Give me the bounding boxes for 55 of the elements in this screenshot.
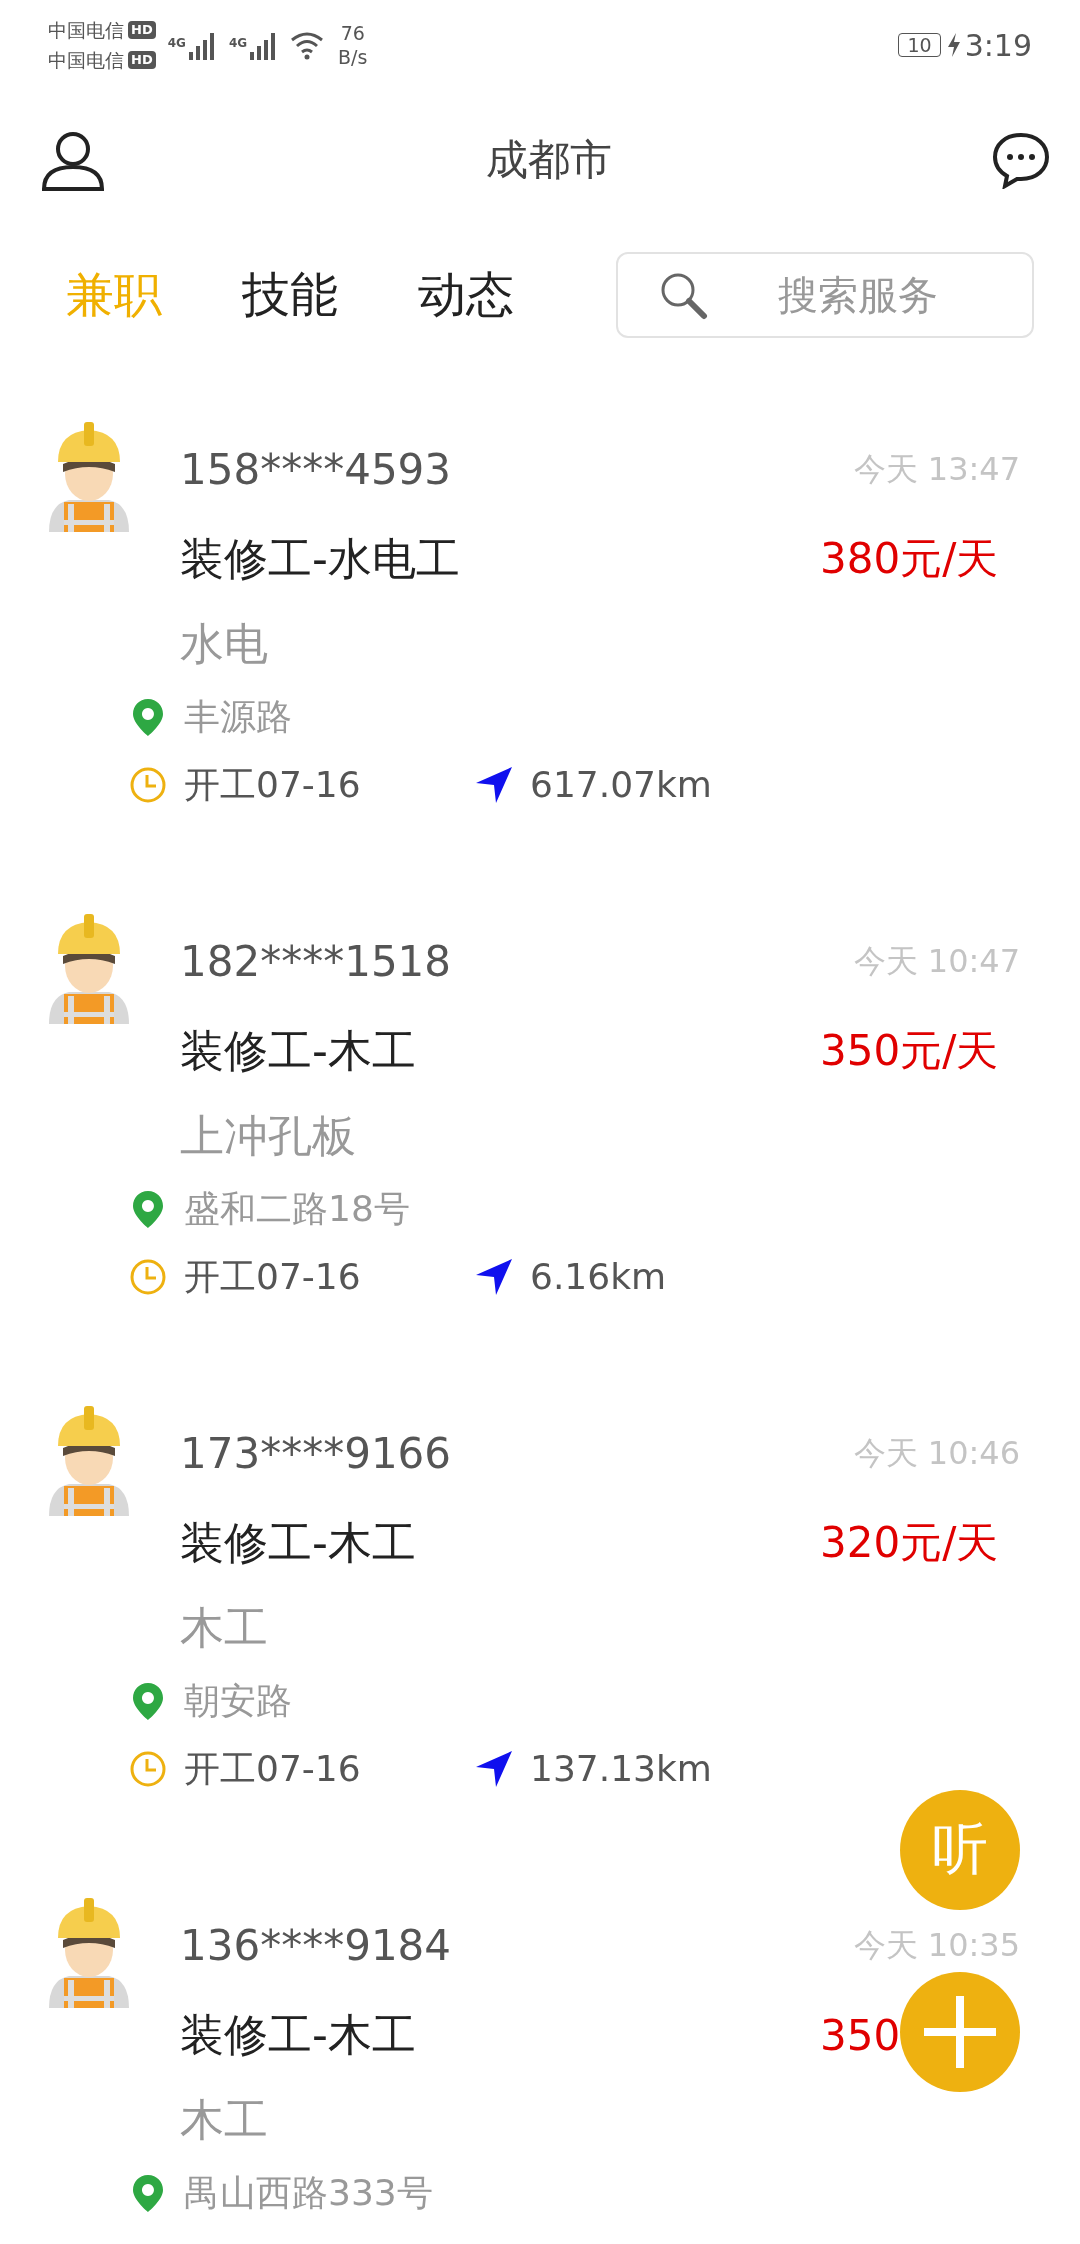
location-text: 盛和二路18号 [184, 1187, 410, 1231]
chat-icon[interactable] [992, 131, 1050, 189]
navigation-arrow-icon [474, 1257, 514, 1297]
location-text: 丰源路 [184, 695, 292, 739]
start-date: 开工07-16 [184, 1747, 362, 1791]
daily-wage: 350元/天 [820, 1025, 999, 1077]
navigation-arrow-icon [474, 765, 514, 805]
job-description: 水电 [179, 617, 269, 671]
signal-icon [186, 30, 217, 60]
start-date: 开工07-16 [184, 763, 362, 807]
tab[interactable]: 动态 [418, 263, 514, 327]
daily-wage: 380元/天 [820, 533, 999, 585]
network-type: 4G [228, 36, 248, 50]
daily-wage: 350 [820, 2010, 901, 2060]
navigation-arrow-icon [474, 1749, 514, 1789]
distance: 617.07km [530, 763, 712, 807]
phone-number: 182****1518 [180, 936, 452, 988]
job-title: 装修工-木工 [180, 1516, 416, 1570]
clock-icon [128, 765, 168, 805]
hd-badge: HD [128, 51, 156, 69]
clock: 3:19 [964, 27, 1032, 63]
phone-number: 158****4593 [180, 444, 452, 496]
location-text: 朝安路 [184, 1679, 292, 1723]
start-date: 开工07-16 [184, 1255, 362, 1299]
post-time: 今天 13:47 [853, 449, 1020, 490]
speed-unit: B/s [338, 45, 368, 69]
charging-icon [946, 33, 961, 57]
wifi-icon [290, 30, 325, 60]
plus-icon [922, 1994, 998, 2070]
clock-icon [128, 1257, 168, 1297]
daily-wage: 320元/天 [820, 1517, 999, 1569]
carrier-name: 中国电信 [48, 18, 124, 43]
job-description: 上冲孔板 [179, 1109, 357, 1163]
search-field[interactable]: 搜索服务 [616, 252, 1034, 338]
distance: 137.13km [530, 1747, 712, 1791]
post-time: 今天 10:46 [853, 1433, 1020, 1474]
clock-icon [128, 1749, 168, 1789]
hd-badge: HD [128, 21, 156, 39]
battery-level: 10 [898, 33, 941, 57]
network-type: 4G [167, 36, 186, 50]
phone-number: 173****9166 [180, 1428, 452, 1480]
city-title: 成都市 [486, 134, 612, 186]
carrier-name: 中国电信 [48, 48, 124, 73]
job-description: 木工 [179, 1601, 269, 1655]
distance: 6.16km [530, 1255, 667, 1299]
job-description: 木工 [179, 2093, 269, 2147]
job-title: 装修工-水电工 [180, 532, 460, 586]
job-title: 装修工-木工 [180, 1024, 416, 1078]
post-time: 今天 10:35 [853, 1925, 1020, 1966]
speed-value: 76 [340, 21, 365, 45]
phone-number: 136****9184 [180, 1920, 452, 1972]
location-text: 禺山西路333号 [184, 2171, 433, 2215]
job-title: 装修工-木工 [180, 2008, 416, 2062]
tab[interactable]: 技能 [242, 263, 338, 327]
post-time: 今天 10:47 [853, 941, 1020, 982]
